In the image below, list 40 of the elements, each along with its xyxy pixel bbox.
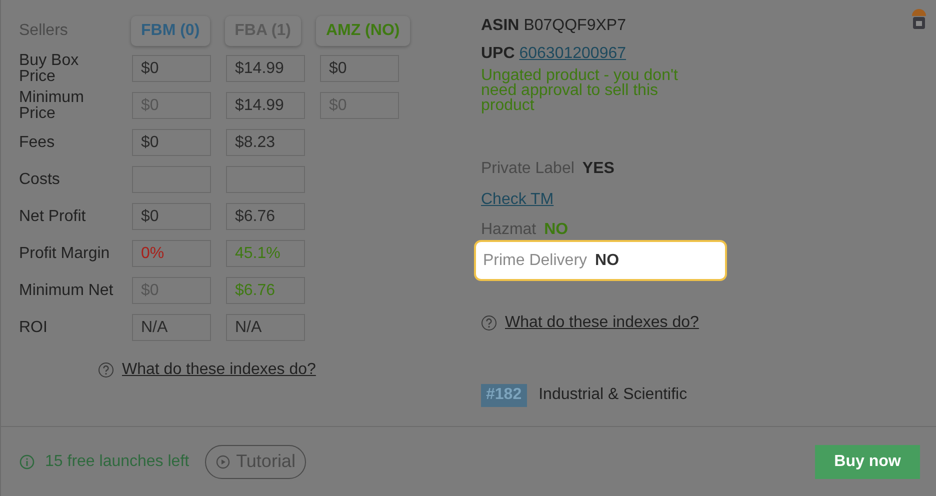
asin-label: ASIN: [481, 17, 520, 34]
value-field[interactable]: $0: [320, 55, 399, 82]
value-field[interactable]: $6.76: [226, 203, 305, 230]
hazmat-value: NO: [544, 220, 568, 240]
row-label: ROI: [19, 320, 48, 336]
value-field[interactable]: $0: [132, 203, 211, 230]
value-field[interactable]: 0%: [132, 240, 211, 267]
value-field[interactable]: $8.23: [226, 129, 305, 156]
value-field[interactable]: N/A: [132, 314, 211, 341]
private-label-value: YES: [582, 159, 614, 179]
check-tm-link[interactable]: Check TM: [481, 188, 554, 212]
row-label: Minimum Price: [19, 90, 85, 122]
row-label: Net Profit: [19, 208, 87, 224]
help-icon: [98, 362, 114, 378]
prime-delivery-value: NO: [595, 250, 620, 270]
row-label: Fees: [19, 134, 56, 150]
value-field[interactable]: $14.99: [226, 92, 305, 119]
seller-tab[interactable]: FBM (0): [131, 16, 210, 46]
value-field[interactable]: N/A: [226, 314, 305, 341]
value-field[interactable]: $14.99: [226, 55, 305, 82]
row-label: Costs: [19, 172, 61, 188]
info-icon: [19, 454, 35, 470]
row-label: Minimum Net: [19, 282, 114, 298]
row-label: Buy Box Price: [19, 52, 80, 84]
prime-delivery-label: Prime Delivery: [483, 250, 588, 270]
play-icon: [216, 454, 230, 468]
row-label: Profit Margin: [19, 246, 111, 262]
upc-link[interactable]: 606301200967: [519, 45, 626, 62]
help-icon: [481, 315, 497, 331]
buy-now-button[interactable]: Buy now: [815, 444, 920, 478]
upc-label: UPC: [481, 45, 515, 62]
value-field[interactable]: $0: [132, 55, 211, 82]
launches-text: 15 free launches left: [45, 452, 190, 472]
gating-message: Ungated product - you don't need approval to sell this product: [481, 68, 679, 113]
category-text: Industrial & Scientific: [538, 385, 688, 405]
help-link[interactable]: What do these indexes do?: [505, 311, 699, 335]
value-field[interactable]: $0: [132, 129, 211, 156]
help-link[interactable]: What do these indexes do?: [122, 358, 316, 382]
asin-value: B07QQF9XP7: [524, 17, 626, 34]
shop-icon: [910, 8, 928, 32]
